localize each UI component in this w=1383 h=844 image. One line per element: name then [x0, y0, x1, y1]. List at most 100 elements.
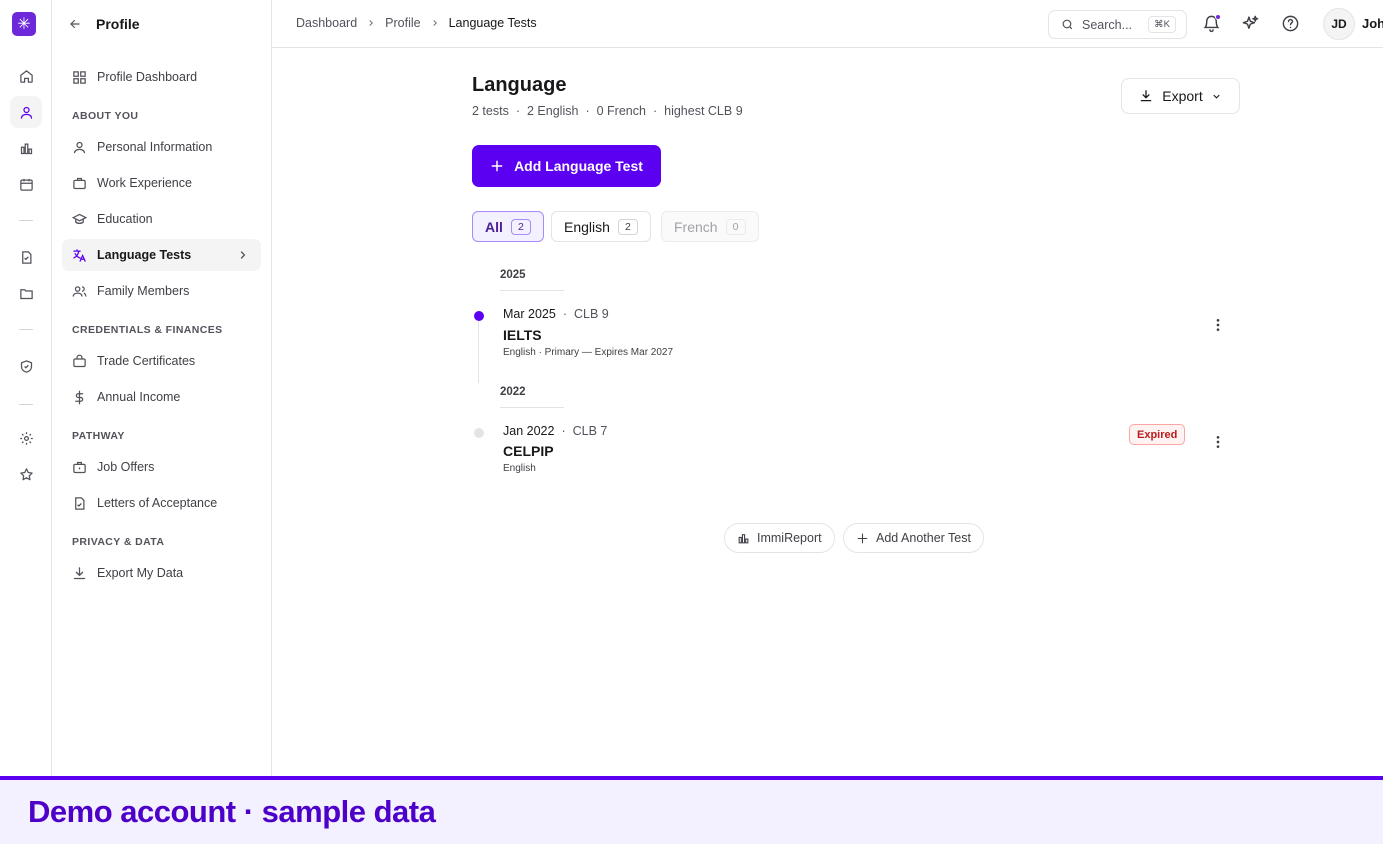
year-divider	[500, 407, 564, 408]
folder-icon[interactable]	[10, 277, 42, 309]
bullet-separator: ·	[585, 104, 590, 118]
test-name[interactable]: IELTS	[503, 327, 542, 343]
section-label-about: ABOUT YOU	[72, 110, 139, 122]
sidebar-item-letters-of-acceptance[interactable]: Letters of Acceptance	[62, 487, 261, 519]
immireport-button[interactable]: ImmiReport	[724, 523, 835, 553]
sidebar-item-label: Language Tests	[97, 248, 192, 262]
test-description: English	[503, 463, 536, 474]
rail-divider	[19, 329, 33, 330]
filter-count: 2	[617, 218, 638, 235]
sidebar-item-export-my-data[interactable]: Export My Data	[62, 557, 261, 589]
add-language-test-button[interactable]: Add Language Test	[472, 145, 661, 187]
username[interactable]: John	[1362, 16, 1383, 31]
sidebar-item-label: Work Experience	[97, 176, 192, 190]
search-shortcut: ⌘K	[1148, 16, 1176, 33]
back-arrow-icon[interactable]	[68, 17, 82, 31]
sidebar-item-trade-certificates[interactable]: Trade Certificates	[62, 345, 261, 377]
demo-banner: Demo account · sample data	[0, 776, 1383, 844]
search-placeholder: Search...	[1082, 17, 1133, 32]
sidebar-item-personal-information[interactable]: Personal Information	[62, 131, 261, 163]
demo-banner-text: Demo account · sample data	[28, 794, 436, 829]
add-another-test-button[interactable]: Add Another Test	[843, 523, 984, 553]
sidebar-item-label: Job Offers	[97, 460, 155, 474]
user-icon[interactable]	[10, 96, 42, 128]
dollar-icon	[72, 390, 87, 405]
sidebar-item-profile-dashboard[interactable]: Profile Dashboard	[62, 61, 261, 93]
document-icon[interactable]	[10, 241, 42, 273]
add-language-test-label: Add Language Test	[514, 158, 643, 174]
chevron-down-icon	[1211, 91, 1222, 102]
gear-icon[interactable]	[10, 422, 42, 454]
home-icon[interactable]	[10, 60, 42, 92]
sidebar-item-family-members[interactable]: Family Members	[62, 275, 261, 307]
more-options-icon[interactable]	[1210, 434, 1226, 450]
calendar-icon[interactable]	[10, 168, 42, 200]
test-clb: CLB 7	[572, 424, 608, 438]
sidebar-item-annual-income[interactable]: Annual Income	[62, 381, 261, 413]
test-name[interactable]: CELPIP	[503, 443, 554, 459]
plus-icon	[490, 159, 504, 173]
document-check-icon	[72, 496, 87, 511]
download-icon	[1139, 89, 1153, 103]
sidebar-item-work-experience[interactable]: Work Experience	[62, 167, 261, 199]
user-icon	[72, 140, 87, 155]
filter-english[interactable]: English 2	[551, 211, 651, 242]
chart-icon	[737, 532, 750, 545]
chevron-right-icon	[366, 18, 376, 28]
summary-english: 2 English	[527, 104, 579, 118]
breadcrumb: Dashboard Profile Language Tests	[296, 16, 537, 30]
immireport-label: ImmiReport	[757, 531, 822, 545]
test-clb: CLB 9	[573, 307, 609, 321]
export-button[interactable]: Export	[1121, 78, 1240, 114]
sidebar-item-label: Family Members	[97, 284, 190, 298]
help-icon[interactable]	[1281, 14, 1300, 33]
app-rail: ✳	[0, 0, 52, 776]
filter-label: French	[674, 218, 718, 235]
sidebar-item-job-offers[interactable]: Job Offers	[62, 451, 261, 483]
sparkles-icon[interactable]	[1241, 14, 1260, 33]
grid-icon	[72, 70, 87, 85]
filter-all[interactable]: All 2	[472, 211, 544, 242]
section-label-privacy: PRIVACY & DATA	[72, 536, 165, 548]
notification-dot	[1215, 14, 1221, 20]
filter-label: English	[564, 218, 610, 235]
add-another-test-label: Add Another Test	[876, 531, 971, 545]
briefcase-icon	[72, 460, 87, 475]
profile-sidebar: Profile Profile Dashboard ABOUT YOU Pers…	[52, 0, 272, 776]
sidebar-item-language-tests[interactable]: Language Tests	[62, 239, 261, 271]
filter-french[interactable]: French 0	[661, 211, 759, 242]
timeline-line	[478, 322, 479, 383]
star-icon[interactable]	[10, 458, 42, 490]
status-badge: Expired	[1129, 424, 1186, 445]
search-input[interactable]: Search... ⌘K	[1048, 10, 1187, 39]
rail-divider	[19, 220, 33, 221]
bullet-separator: ·	[652, 104, 658, 118]
sidebar-item-label: Personal Information	[97, 140, 213, 154]
year-divider	[500, 290, 564, 291]
breadcrumb-profile[interactable]: Profile	[385, 16, 420, 30]
filter-count: 2	[510, 218, 531, 235]
chart-icon[interactable]	[10, 132, 42, 164]
test-date: Jan 2022	[503, 424, 555, 438]
sidebar-item-label: Annual Income	[97, 390, 181, 404]
avatar[interactable]: JD	[1323, 8, 1355, 40]
test-date: Mar 2025	[503, 307, 556, 321]
export-label: Export	[1162, 88, 1203, 104]
more-options-icon[interactable]	[1210, 317, 1226, 333]
breadcrumb-dashboard[interactable]: Dashboard	[296, 16, 357, 30]
sidebar-item-label: Profile Dashboard	[97, 70, 198, 84]
sidebar-item-education[interactable]: Education	[62, 203, 261, 235]
plus-icon	[856, 532, 869, 545]
sidebar-item-label: Export My Data	[97, 566, 184, 580]
bell-icon[interactable]	[1202, 14, 1221, 33]
test-description: English · Primary — Expires Mar 2027	[503, 347, 674, 358]
shield-icon[interactable]	[10, 350, 42, 382]
summary-tests: 2 tests	[472, 104, 509, 118]
summary-french: 0 French	[596, 104, 646, 118]
bullet-separator: ·	[515, 104, 520, 118]
app-logo[interactable]: ✳	[12, 12, 36, 36]
briefcase-icon	[72, 176, 87, 191]
section-label-pathway: PATHWAY	[72, 430, 125, 442]
top-bar: Dashboard Profile Language Tests Search.…	[272, 0, 1383, 48]
sidebar-title: Profile	[96, 16, 140, 32]
